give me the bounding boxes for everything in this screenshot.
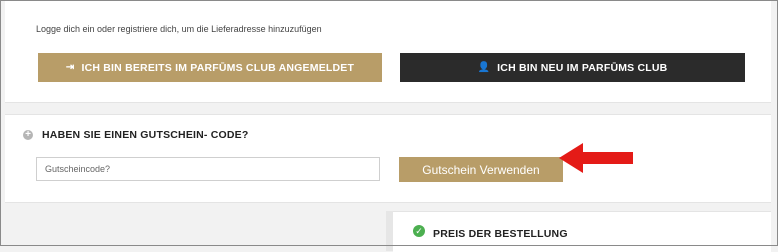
summary-side-stripe	[386, 211, 393, 251]
login-button[interactable]: ⇥ ICH BIN BEREITS IM PARFŪMS CLUB ANGEME…	[38, 53, 382, 82]
register-button[interactable]: 👤 ICH BIN NEU IM PARFŪMS CLUB	[400, 53, 745, 82]
add-user-icon: 👤	[477, 62, 491, 73]
apply-voucher-button[interactable]: Gutschein Verwenden	[399, 157, 563, 182]
login-panel: Logge dich ein oder registriere dich, um…	[5, 1, 771, 103]
voucher-code-input[interactable]	[36, 157, 380, 181]
voucher-panel: + HABEN SIE EINEN GUTSCHEIN- CODE? Gutsc…	[5, 114, 771, 203]
plus-circle-icon[interactable]: +	[23, 130, 33, 140]
order-summary-title: PREIS DER BESTELLUNG	[433, 228, 568, 240]
check-circle-icon: ✓	[413, 225, 425, 237]
voucher-title: HABEN SIE EINEN GUTSCHEIN- CODE?	[42, 129, 249, 141]
register-button-label: ICH BIN NEU IM PARFŪMS CLUB	[497, 61, 668, 74]
login-hint: Logge dich ein oder registriere dich, um…	[36, 24, 322, 34]
sign-in-icon: ⇥	[65, 62, 75, 73]
voucher-toggle[interactable]: + HABEN SIE EINEN GUTSCHEIN- CODE?	[23, 129, 249, 141]
red-arrow-annotation	[559, 143, 633, 173]
login-button-label: ICH BIN BEREITS IM PARFŪMS CLUB ANGEMELD…	[81, 61, 355, 74]
